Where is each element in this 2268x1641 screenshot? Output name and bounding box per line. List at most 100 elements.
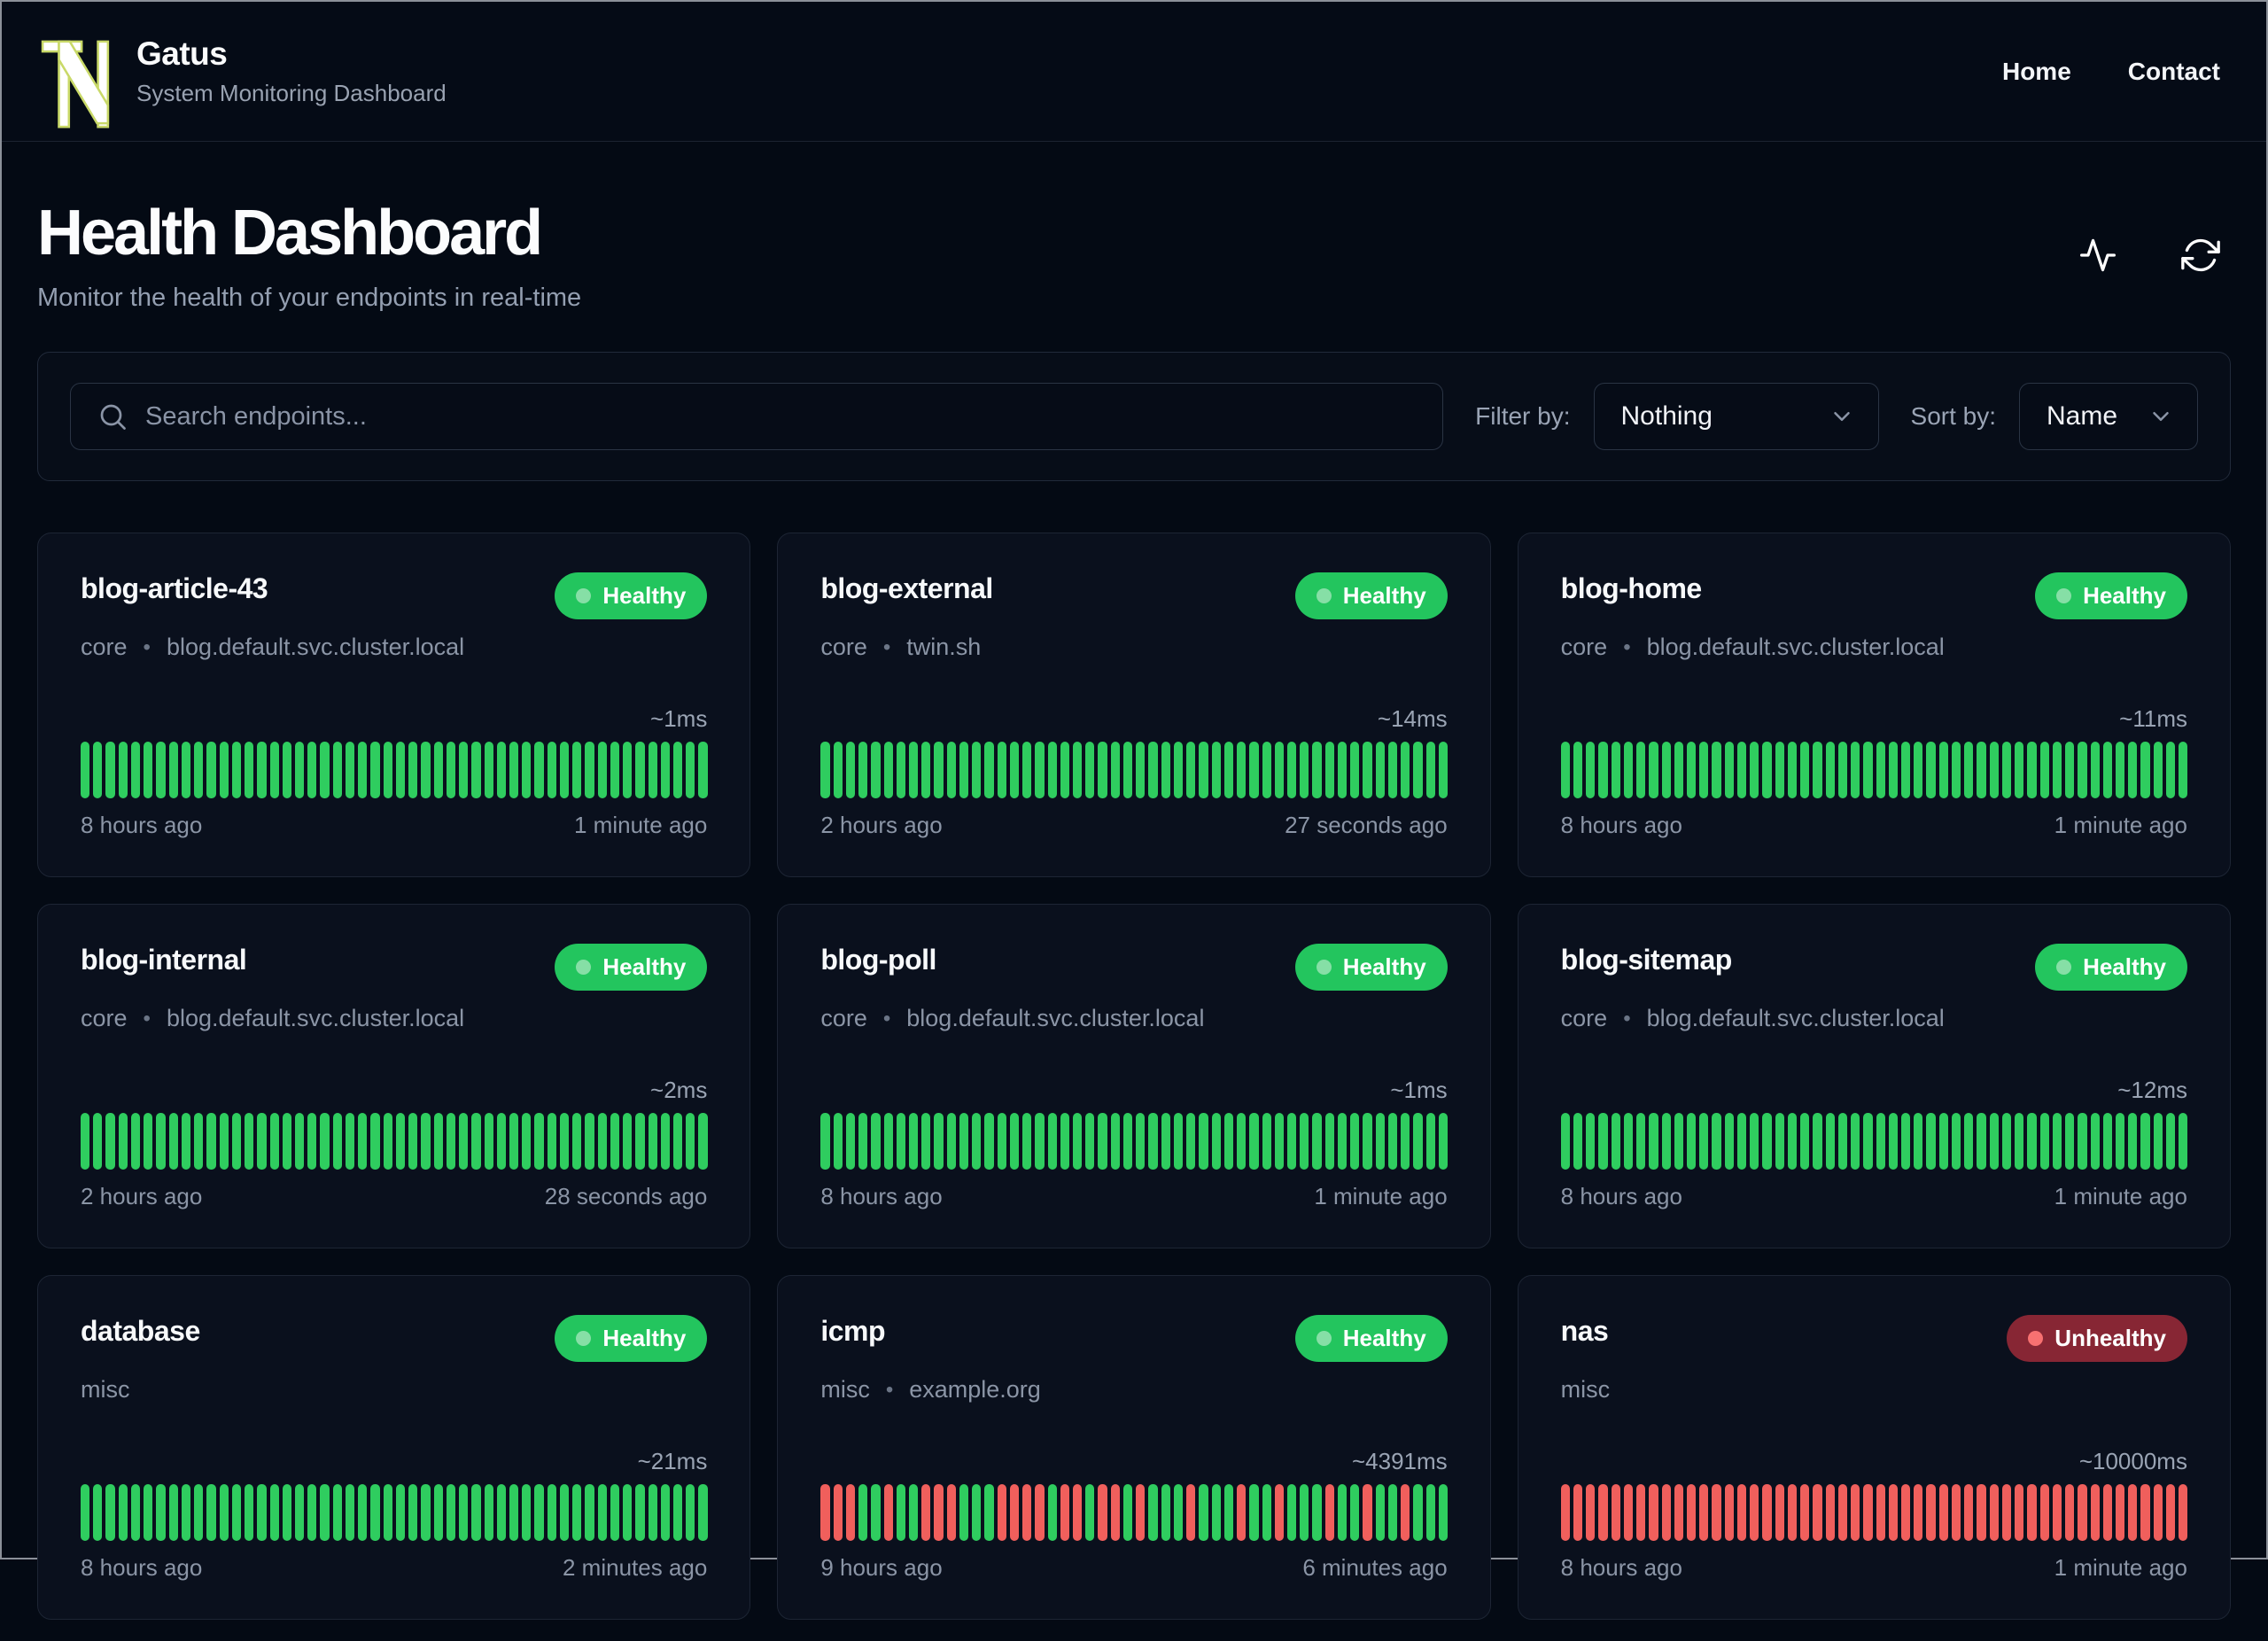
filter-select[interactable]: Nothing: [1593, 383, 1879, 450]
history-bar: [1724, 742, 1734, 798]
history-end: 1 minute ago: [2054, 812, 2187, 838]
history-bar: [1401, 1113, 1410, 1170]
history-bar: [610, 1113, 620, 1170]
history-bar: [471, 1113, 481, 1170]
history-bar: [1073, 742, 1083, 798]
history-bar: [1249, 742, 1259, 798]
endpoint-subtitle: core • blog.default.svc.cluster.local: [81, 1005, 707, 1032]
history-bar: [1249, 1113, 1259, 1170]
endpoint-name: blog-external: [820, 572, 993, 604]
history-end: 27 seconds ago: [1285, 812, 1448, 838]
history-range: 8 hours ago 2 minutes ago: [81, 1554, 707, 1582]
history-bar: [1787, 742, 1798, 798]
history-bar: [1161, 1484, 1170, 1541]
uptime-history-bars: [81, 1484, 708, 1541]
history-bar: [635, 1113, 645, 1170]
status-badge: Healthy: [1294, 572, 1448, 619]
history-bar: [1900, 1113, 1911, 1170]
history-start: 8 hours ago: [81, 812, 203, 838]
history-bar: [1938, 742, 1948, 798]
history-bar: [156, 1113, 166, 1170]
history-bar: [559, 1113, 570, 1170]
history-bar: [1186, 1484, 1196, 1541]
history-bar: [2102, 1113, 2112, 1170]
endpoint-card[interactable]: icmp Healthy misc • example.org ~4391ms …: [777, 1275, 1491, 1620]
history-bar: [1736, 742, 1747, 798]
endpoint-card[interactable]: nas Unhealthy misc ~10000ms 8 hours ago …: [1517, 1275, 2231, 1620]
history-bar: [673, 1113, 683, 1170]
history-bar: [269, 1113, 279, 1170]
history-bar: [245, 1113, 254, 1170]
history-bar: [648, 1113, 657, 1170]
endpoint-name: blog-sitemap: [1560, 944, 1733, 976]
history-bar: [459, 1113, 469, 1170]
history-bar: [2052, 1113, 2062, 1170]
history-bar: [1573, 1113, 1583, 1170]
history-bar: [934, 1113, 944, 1170]
history-bar: [307, 1113, 317, 1170]
endpoint-host: blog.default.svc.cluster.local: [1646, 634, 1945, 660]
status-dot-icon: [576, 960, 592, 975]
history-bar: [1161, 742, 1170, 798]
history-bar: [1363, 1113, 1372, 1170]
search-input[interactable]: [70, 383, 1444, 450]
history-bar: [2015, 1484, 2024, 1541]
history-bar: [845, 1484, 856, 1541]
refresh-icon[interactable]: [2181, 236, 2220, 275]
history-bar: [1750, 1113, 1759, 1170]
history-bar: [896, 1484, 905, 1541]
filter-label: Filter by:: [1475, 402, 1571, 430]
history-bar: [1938, 1113, 1948, 1170]
history-bar: [320, 1113, 330, 1170]
subtitle-separator: •: [143, 634, 151, 659]
history-bar: [1825, 742, 1835, 798]
history-bar: [946, 1113, 956, 1170]
history-bar: [2065, 742, 2075, 798]
history-bar: [1324, 1113, 1334, 1170]
nav-link-contact[interactable]: Contact: [2128, 58, 2220, 86]
activity-icon[interactable]: [2078, 236, 2117, 275]
history-bar: [1674, 1484, 1683, 1541]
history-bar: [1122, 1484, 1133, 1541]
endpoint-subtitle: misc: [81, 1376, 707, 1404]
history-bar: [1876, 742, 1885, 798]
endpoint-card[interactable]: database Healthy misc ~21ms 8 hours ago …: [37, 1275, 751, 1620]
history-bar: [282, 742, 291, 798]
history-bar: [1324, 1484, 1334, 1541]
history-bar: [597, 1484, 607, 1541]
latency-value: ~1ms: [1390, 1077, 1448, 1103]
history-bar: [1211, 1113, 1221, 1170]
endpoint-card[interactable]: blog-external Healthy core • twin.sh ~14…: [777, 533, 1491, 877]
history-bar: [168, 742, 178, 798]
history-bar: [1775, 1484, 1784, 1541]
history-bar: [972, 742, 982, 798]
sort-select[interactable]: Name: [2019, 383, 2198, 450]
history-bar: [1060, 1484, 1070, 1541]
endpoint-card[interactable]: blog-home Healthy core • blog.default.sv…: [1517, 533, 2231, 877]
history-bar: [144, 1484, 153, 1541]
history-bar: [1047, 1113, 1057, 1170]
status-badge: Healthy: [1294, 944, 1448, 991]
endpoint-card-header: blog-poll Healthy: [820, 944, 1448, 991]
history-bar: [433, 742, 443, 798]
endpoint-card[interactable]: blog-internal Healthy core • blog.defaul…: [37, 904, 751, 1248]
status-label: Healthy: [1342, 953, 1426, 980]
nav-link-home[interactable]: Home: [2002, 58, 2071, 86]
endpoint-card[interactable]: blog-sitemap Healthy core • blog.default…: [1517, 904, 2231, 1248]
history-bar: [2102, 1484, 2112, 1541]
history-bar: [934, 742, 944, 798]
history-bar: [623, 1113, 633, 1170]
history-bar: [231, 1113, 242, 1170]
endpoint-card[interactable]: blog-poll Healthy core • blog.default.sv…: [777, 904, 1491, 1248]
history-bar: [2102, 742, 2112, 798]
history-bar: [896, 742, 905, 798]
endpoint-card[interactable]: blog-article-43 Healthy core • blog.defa…: [37, 533, 751, 877]
endpoint-name: icmp: [820, 1315, 886, 1347]
history-bar: [997, 742, 1006, 798]
history-bar: [1199, 742, 1208, 798]
history-bar: [921, 1113, 931, 1170]
page-title: Health Dashboard: [37, 198, 543, 268]
history-range: 8 hours ago 1 minute ago: [820, 1183, 1447, 1210]
endpoint-group: core: [1560, 1005, 1608, 1031]
history-bar: [294, 742, 305, 798]
